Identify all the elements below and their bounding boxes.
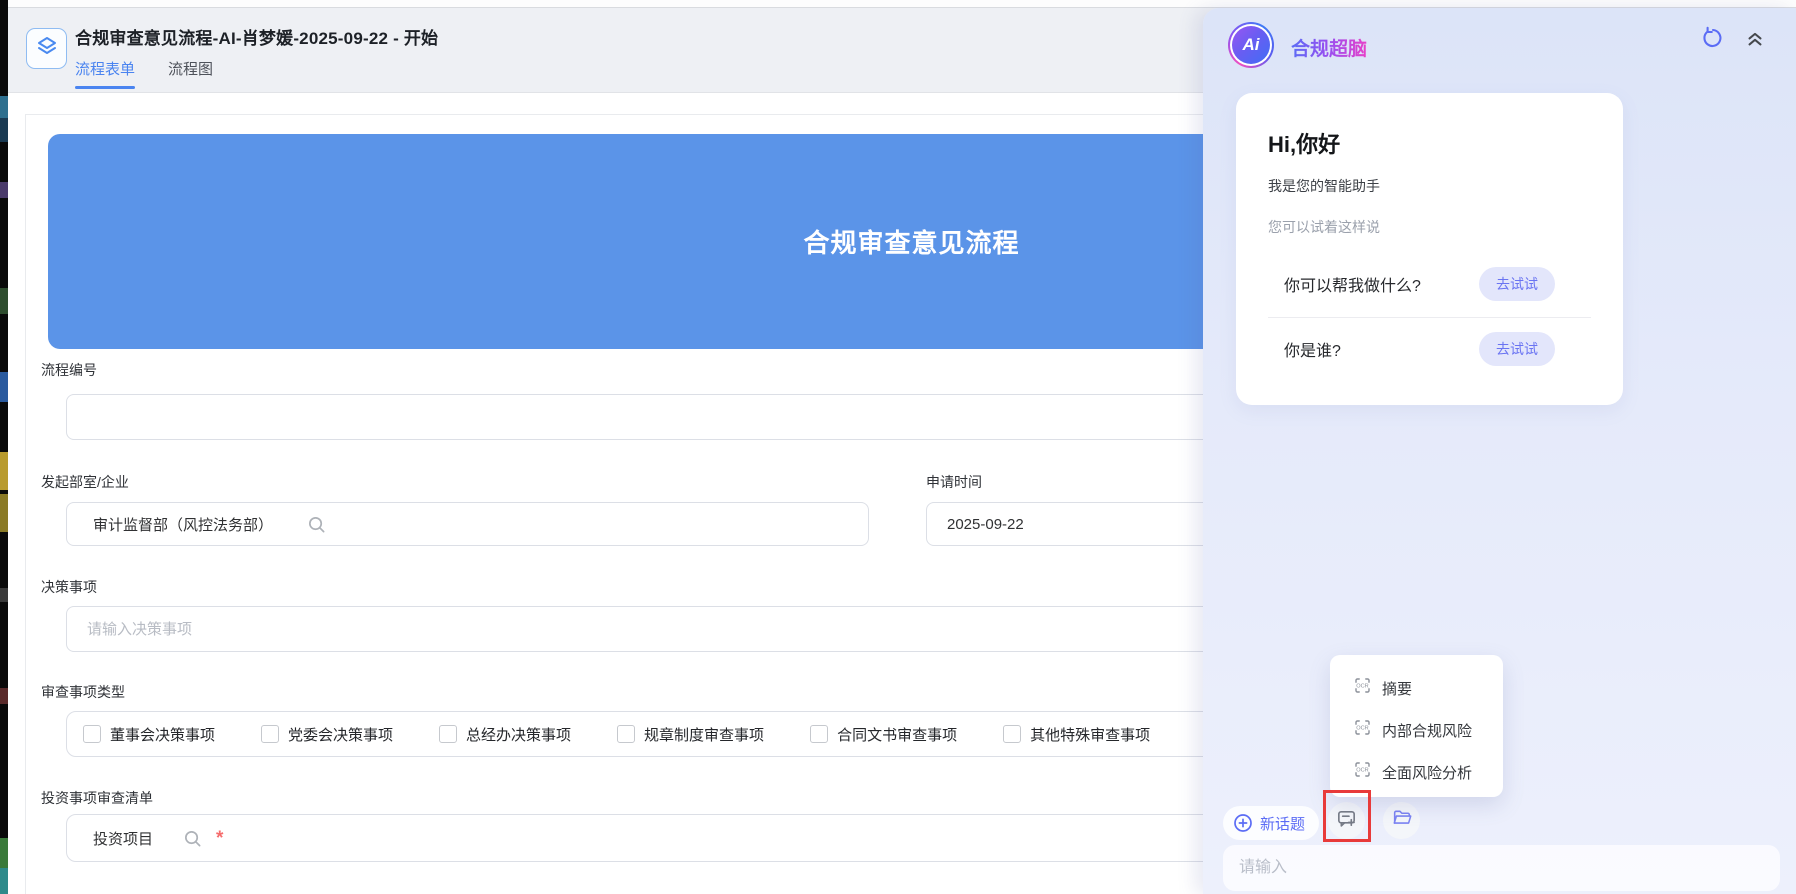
ai-panel-title: 合规超脑 xyxy=(1291,34,1367,61)
apply-date-label: 申请时间 xyxy=(926,472,982,492)
invest-project-value: 投资项目 xyxy=(67,828,153,849)
svg-text:OCR: OCR xyxy=(1356,684,1368,690)
checkbox-board-decision[interactable]: 董事会决策事项 xyxy=(83,724,215,745)
department-value: 审计监督部（风控法务部） xyxy=(67,514,273,535)
checkbox-box[interactable] xyxy=(261,725,279,743)
new-topic-label: 新话题 xyxy=(1260,813,1305,834)
suggestion-question[interactable]: 你是谁? xyxy=(1284,337,1341,361)
svg-text:OCR: OCR xyxy=(1356,768,1368,774)
checkbox-rules-review[interactable]: 规章制度审查事项 xyxy=(617,724,764,745)
search-icon xyxy=(183,829,202,848)
tab-process-form[interactable]: 流程表单 xyxy=(75,58,135,89)
checkbox-box[interactable] xyxy=(83,725,101,743)
ocr-scan-icon: OCR xyxy=(1354,761,1382,783)
highlight-annotation-box xyxy=(1323,790,1371,842)
suggestion-question[interactable]: 你可以帮我做什么? xyxy=(1284,272,1421,296)
checkbox-box[interactable] xyxy=(617,725,635,743)
svg-text:OCR: OCR xyxy=(1356,726,1368,732)
collapse-panel-button[interactable] xyxy=(1741,26,1769,54)
suggestion-row: 你可以帮我做什么? 去试试 xyxy=(1268,267,1591,301)
chat-input-bar[interactable] xyxy=(1223,845,1780,891)
layers-icon xyxy=(35,34,59,63)
try-it-button[interactable]: 去试试 xyxy=(1479,267,1555,301)
plus-circle-icon xyxy=(1233,813,1253,833)
open-folder-button[interactable] xyxy=(1383,802,1420,839)
menu-item-internal-compliance-risk[interactable]: OCR 内部合规风险 xyxy=(1354,709,1503,751)
greeting-hint: 您可以试着这样说 xyxy=(1268,217,1591,237)
ai-avatar-label: Ai xyxy=(1232,26,1270,64)
required-mark: * xyxy=(216,829,223,848)
app-window: 合规审查意见流程-AI-肖梦媛-2025-09-22 - 开始 流程表单 流程图… xyxy=(0,0,1796,894)
checkbox-party-committee-decision[interactable]: 党委会决策事项 xyxy=(261,724,393,745)
header-tabs: 流程表单 流程图 xyxy=(75,58,213,89)
checkbox-box[interactable] xyxy=(1003,725,1021,743)
process-no-label: 流程编号 xyxy=(41,360,97,380)
process-app-button[interactable] xyxy=(26,28,67,69)
checkbox-gm-office-decision[interactable]: 总经办决策事项 xyxy=(439,724,571,745)
screen-artifact-strip xyxy=(0,0,8,894)
greeting-subtitle: 我是您的智能助手 xyxy=(1268,176,1591,196)
ai-assistant-panel: Ai 合规超脑 Hi,你好 我是您的智能助手 您可以试着这样说 xyxy=(1203,8,1796,894)
ai-avatar[interactable]: Ai xyxy=(1228,22,1274,68)
double-chevron-up-icon xyxy=(1744,27,1766,54)
ai-greeting-card: Hi,你好 我是您的智能助手 您可以试着这样说 你可以帮我做什么? 去试试 你是… xyxy=(1236,93,1623,405)
refresh-icon xyxy=(1701,26,1725,55)
checkbox-box[interactable] xyxy=(439,725,457,743)
quick-action-menu: OCR 摘要 OCR 内部合规风险 xyxy=(1330,655,1503,797)
ocr-scan-icon: OCR xyxy=(1354,719,1382,741)
review-type-label: 审查事项类型 xyxy=(41,682,125,702)
form-banner-title: 合规审查意见流程 xyxy=(803,223,1019,260)
menu-item-summary[interactable]: OCR 摘要 xyxy=(1354,667,1503,709)
decision-label: 决策事项 xyxy=(41,577,97,597)
browser-edge-strip xyxy=(8,0,1796,8)
checkbox-box[interactable] xyxy=(810,725,828,743)
checkbox-contract-review[interactable]: 合同文书审查事项 xyxy=(810,724,957,745)
chat-input[interactable] xyxy=(1223,845,1780,891)
refresh-button[interactable] xyxy=(1699,26,1727,54)
checkbox-other-special-review[interactable]: 其他特殊审查事项 xyxy=(1003,724,1150,745)
folder-icon xyxy=(1391,807,1413,834)
greeting-title: Hi,你好 xyxy=(1268,127,1591,159)
page-title: 合规审查意见流程-AI-肖梦媛-2025-09-22 - 开始 xyxy=(75,24,438,49)
invest-list-label: 投资事项审查清单 xyxy=(41,788,153,808)
tab-process-diagram[interactable]: 流程图 xyxy=(168,58,213,89)
new-topic-button[interactable]: 新话题 xyxy=(1223,806,1319,840)
department-label: 发起部室/企业 xyxy=(41,472,129,492)
ocr-scan-icon: OCR xyxy=(1354,677,1382,699)
menu-item-full-risk-analysis[interactable]: OCR 全面风险分析 xyxy=(1354,751,1503,793)
suggestion-row: 你是谁? 去试试 xyxy=(1268,332,1591,366)
department-field[interactable]: 审计监督部（风控法务部） xyxy=(66,502,869,546)
divider xyxy=(1268,317,1591,318)
try-it-button[interactable]: 去试试 xyxy=(1479,332,1555,366)
search-icon xyxy=(307,515,326,534)
